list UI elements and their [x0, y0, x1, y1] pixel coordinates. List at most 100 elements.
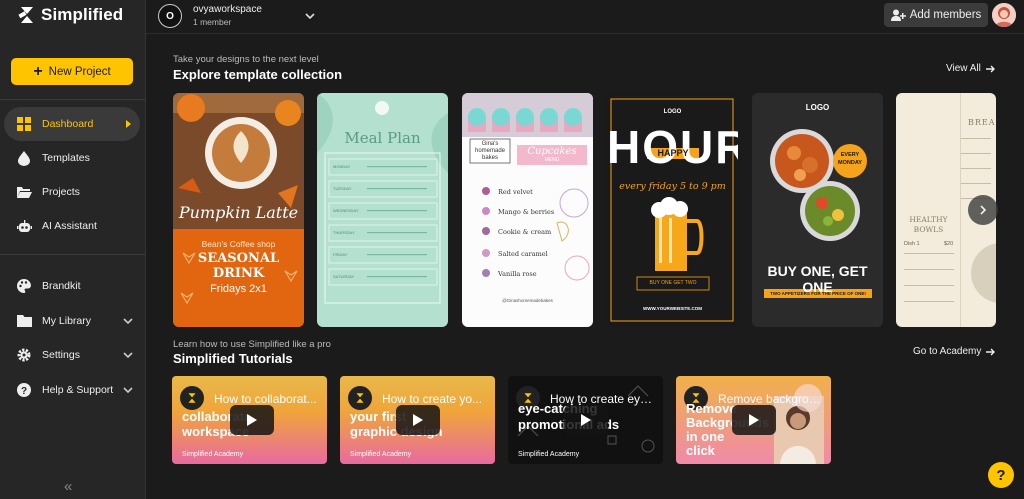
play-button[interactable] [564, 405, 608, 435]
workspace-avatar[interactable]: O [158, 4, 182, 28]
tutorial-card-first-design[interactable]: How to create yo... your first graphic d… [340, 376, 495, 464]
healthy-bowls-title: HEALTHY BOWLS [909, 215, 948, 234]
play-button[interactable] [396, 405, 440, 435]
meal-plan-day: FRIDAY [333, 252, 348, 257]
cupcakes-item: Salted caramel [498, 250, 548, 258]
cupcakes-item: Red velvet [498, 188, 533, 196]
tutorial-card-remove-background[interactable]: Remove backgrou... Remove Backgrounds in… [676, 376, 831, 464]
meal-plan-day: SATURDAY [333, 274, 355, 279]
healthy-bowls-dish: Dish 1 [904, 241, 920, 247]
templates-subtitle: Take your designs to the next level [173, 54, 319, 65]
pumpkin-latte-shop: Bean's Coffee shop [201, 239, 276, 249]
new-project-button[interactable]: + New Project [11, 58, 133, 85]
add-user-icon [890, 9, 906, 21]
tutorial-card-collaborate[interactable]: How to collaborat... collaborate workspa… [172, 376, 327, 464]
sidebar-item-label: Projects [42, 186, 80, 198]
collapse-sidebar-icon[interactable]: « [64, 478, 72, 495]
workspace-members: 1 member [193, 17, 232, 27]
carousel-next-button[interactable] [968, 195, 998, 225]
bogo-logo: LOGO [805, 103, 830, 112]
template-card-cupcakes[interactable]: Gina's homemade bakes Cupcakes MENU Red … [462, 93, 593, 327]
play-icon [749, 414, 759, 426]
help-button[interactable]: ? [988, 462, 1014, 488]
sidebar-item-label: Settings [42, 349, 80, 361]
chevron-down-icon[interactable] [122, 384, 134, 396]
healthy-bowls-top: BREA [968, 118, 996, 127]
topbar: O ovyaworkspace 1 member Add members [146, 0, 1024, 34]
bogo-badge-line1: EVERY [840, 152, 860, 158]
template-card-pumpkin-latte[interactable]: Pumpkin Latte Bean's Coffee shop SEASONA… [173, 93, 304, 327]
sidebar: Simplified + New Project Dashboard Templ… [0, 0, 146, 499]
healthy-bowls-price: $20 [944, 241, 954, 247]
svg-text:?: ? [21, 386, 27, 397]
sidebar-item-label: Templates [42, 152, 90, 164]
play-button[interactable] [732, 405, 776, 435]
sidebar-item-my-library[interactable]: My Library [4, 304, 140, 338]
simplified-logo-icon [18, 7, 33, 23]
question-icon: ? [16, 382, 32, 398]
add-members-label: Add members [909, 9, 982, 21]
view-all-link[interactable]: View All [946, 63, 996, 74]
drop-icon [16, 150, 32, 166]
tutorial-card-promotional-ads[interactable]: How to create eye... eye-catching promot… [508, 376, 663, 464]
play-button[interactable] [230, 405, 274, 435]
happy-hour-logo: LOGO [663, 109, 682, 115]
happy-hour-cta: BUY ONE GET TWO [649, 280, 697, 286]
add-members-button[interactable]: Add members [884, 3, 988, 27]
pumpkin-latte-title: Pumpkin Latte [178, 203, 299, 222]
cupcakes-item: Cookie & cream [498, 228, 552, 236]
pumpkin-latte-headline: SEASONAL DRINK [197, 251, 280, 281]
cupcakes-title: Cupcakes [527, 146, 577, 157]
robot-icon [16, 218, 32, 234]
sidebar-item-projects[interactable]: Projects [4, 175, 140, 209]
go-to-academy-link[interactable]: Go to Academy [913, 346, 996, 357]
happy-hour-web: WWW.YOURWEBSITE.COM [643, 306, 702, 311]
cupcakes-brand: Gina's homemade bakes [474, 141, 506, 161]
simplified-logo-icon [348, 386, 372, 410]
tutorial-headline: Remove [686, 401, 737, 416]
sidebar-item-ai-assistant[interactable]: AI Assistant [4, 209, 140, 243]
template-card-meal-plan[interactable]: Meal Plan MONDAY TUESDAY WEDNESDAY THURS… [317, 93, 448, 327]
cupcakes-item: Mango & berries [498, 208, 555, 216]
arrow-right-icon [985, 65, 995, 72]
sidebar-item-label: Dashboard [42, 118, 94, 130]
new-project-label: New Project [48, 65, 111, 78]
tutorial-title: How to collaborat... [214, 392, 317, 406]
meal-plan-day: MONDAY [333, 164, 351, 169]
bogo-strip: TWO APPETIZERS FOR THE PRICE OF ONE! [770, 291, 866, 296]
happy-hour-happy: HAPPY [657, 148, 689, 158]
meal-plan-day: WEDNESDAY [333, 208, 359, 213]
happy-hour-big: HOUR [607, 121, 738, 173]
user-avatar[interactable] [992, 3, 1016, 27]
happy-hour-sub: every friday 5 to 9 pm [619, 181, 726, 192]
template-card-happy-hour[interactable]: LOGO HOUR HAPPY every friday 5 to 9 pm B… [607, 93, 738, 327]
chevron-down-icon[interactable] [122, 315, 134, 327]
sidebar-item-brandkit[interactable]: Brandkit [4, 269, 140, 303]
templates-title: Explore template collection [173, 67, 343, 82]
sidebar-item-dashboard[interactable]: Dashboard [4, 107, 140, 141]
sidebar-item-settings[interactable]: Settings [4, 338, 140, 372]
template-card-buy-one-get-one[interactable]: LOGO EVERY MONDAY BUY ONE, GET ONE TWO A… [752, 93, 883, 327]
sidebar-divider [0, 254, 146, 255]
palette-icon [16, 278, 32, 294]
tutorial-brand: Simplified Academy [182, 451, 244, 458]
brand-logo[interactable]: Simplified [17, 5, 123, 25]
play-icon [581, 414, 591, 426]
cupcakes-menu: MENU [544, 157, 560, 163]
chevron-down-icon[interactable] [122, 349, 134, 361]
tutorials-title: Simplified Tutorials [173, 351, 293, 366]
folder-open-icon [16, 184, 32, 200]
go-to-academy-label: Go to Academy [913, 346, 982, 357]
workspace-name[interactable]: ovyaworkspace [193, 4, 262, 15]
brand-name: Simplified [41, 5, 124, 24]
grid-icon [16, 116, 32, 132]
pumpkin-latte-sub: Fridays 2x1 [210, 283, 267, 295]
meal-plan-title: Meal Plan [344, 129, 421, 147]
sidebar-item-help-support[interactable]: ? Help & Support [4, 373, 140, 407]
meal-plan-day: TUESDAY [333, 186, 352, 191]
sidebar-item-templates[interactable]: Templates [4, 141, 140, 175]
app: Simplified + New Project Dashboard Templ… [0, 0, 1024, 499]
gear-icon [16, 347, 32, 363]
sidebar-item-label: My Library [42, 315, 92, 327]
chevron-down-icon[interactable] [304, 10, 316, 22]
